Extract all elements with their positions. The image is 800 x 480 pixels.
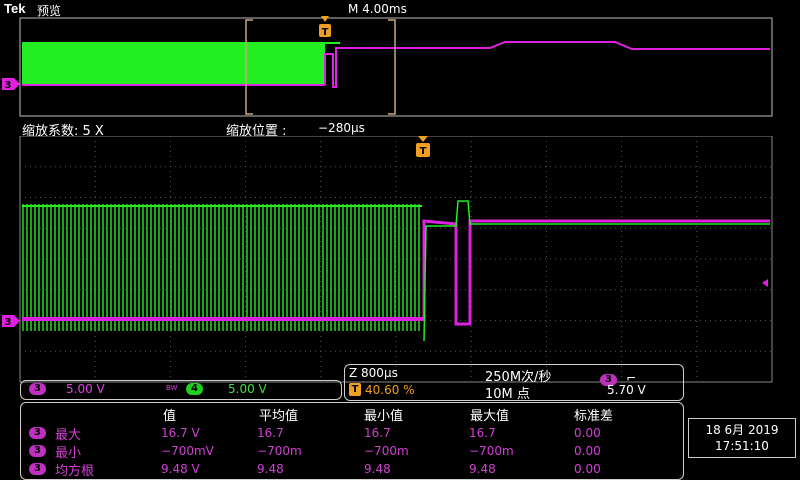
meas-cell: 9.48 xyxy=(364,462,391,476)
meas-cell: 16.7 xyxy=(257,426,284,440)
meas-cell: −700m xyxy=(364,444,409,458)
meas-cell: 16.7 xyxy=(469,426,496,440)
zoom-position-value: −280µs xyxy=(318,121,365,135)
meas-cell: 16.7 xyxy=(364,426,391,440)
meas-cell: −700mV xyxy=(161,444,214,458)
meas-cell: 0.00 xyxy=(574,426,601,440)
measurements-panel[interactable]: 值 平均值 最小值 最大值 标准差 3 最大 16.7 V 16.7 16.7 … xyxy=(20,402,684,480)
overview-ch4-trace xyxy=(22,42,325,85)
bandwidth-limit-icon: BW xyxy=(166,384,178,392)
time-readout: 17:51:10 xyxy=(715,439,769,453)
meas-header-max: 最大值 xyxy=(470,409,510,424)
channel-scale-bar[interactable]: 3 5.00 V BW 4 5.00 V xyxy=(20,380,342,400)
meas-row-label: 最大 xyxy=(55,428,82,443)
meas-header-min: 最小值 xyxy=(364,409,404,424)
acquisition-panel[interactable]: Z 800µs 250M次/秒 3 ⌐ T 40.60 % 10M 点 5.70… xyxy=(344,364,684,402)
ch3-badge[interactable]: 3 xyxy=(29,383,46,395)
meas-row-label: 均方根 xyxy=(55,464,95,479)
record-length: 10M 点 xyxy=(485,387,530,402)
graticule-frame xyxy=(19,136,773,383)
zoom-trigger-marker[interactable]: T xyxy=(413,136,433,158)
meas-cell: 9.48 xyxy=(469,462,496,476)
zoom-time-per-div: Z 800µs xyxy=(349,366,398,380)
meas-row-ch-badge: 3 xyxy=(29,427,46,439)
meas-cell: 9.48 xyxy=(257,462,284,476)
meas-cell: −700m xyxy=(257,444,302,458)
meas-header-value: 值 xyxy=(163,409,177,424)
ch4-badge[interactable]: 4 xyxy=(186,383,203,395)
trigger-position[interactable]: 40.60 % xyxy=(365,383,415,397)
zoom-trigger-arrow-icon xyxy=(418,136,428,142)
zoom-ch3-ground-label: 3 xyxy=(5,317,12,328)
trigger-level[interactable]: 5.70 V xyxy=(607,383,646,397)
meas-row-ch-badge: 3 xyxy=(29,445,46,457)
overview-trigger-label: T xyxy=(322,27,329,38)
meas-header-stddev: 标准差 xyxy=(574,409,614,424)
date-readout: 18 6月 2019 xyxy=(705,423,779,437)
meas-cell: −700m xyxy=(469,444,514,458)
meas-cell: 9.48 V xyxy=(161,462,200,476)
datetime-box[interactable]: 18 6月 2019 17:51:10 xyxy=(688,418,796,458)
meas-row-label: 最小 xyxy=(55,446,82,461)
zoom-graticule[interactable]: 3 xyxy=(0,136,800,384)
overview-window[interactable]: T 3 xyxy=(0,14,800,119)
meas-row-ch-badge: 3 xyxy=(29,463,46,475)
meas-cell: 0.00 xyxy=(574,444,601,458)
overview-ch3-ground-label: 3 xyxy=(5,80,12,91)
meas-header-mean: 平均值 xyxy=(259,409,299,424)
trigger-position-icon: T xyxy=(349,383,361,396)
zoom-trigger-label: T xyxy=(420,146,427,157)
ch4-scale[interactable]: 5.00 V xyxy=(228,382,267,396)
meas-cell: 16.7 V xyxy=(161,426,200,440)
meas-cell: 0.00 xyxy=(574,462,601,476)
ch3-scale[interactable]: 5.00 V xyxy=(66,382,105,396)
